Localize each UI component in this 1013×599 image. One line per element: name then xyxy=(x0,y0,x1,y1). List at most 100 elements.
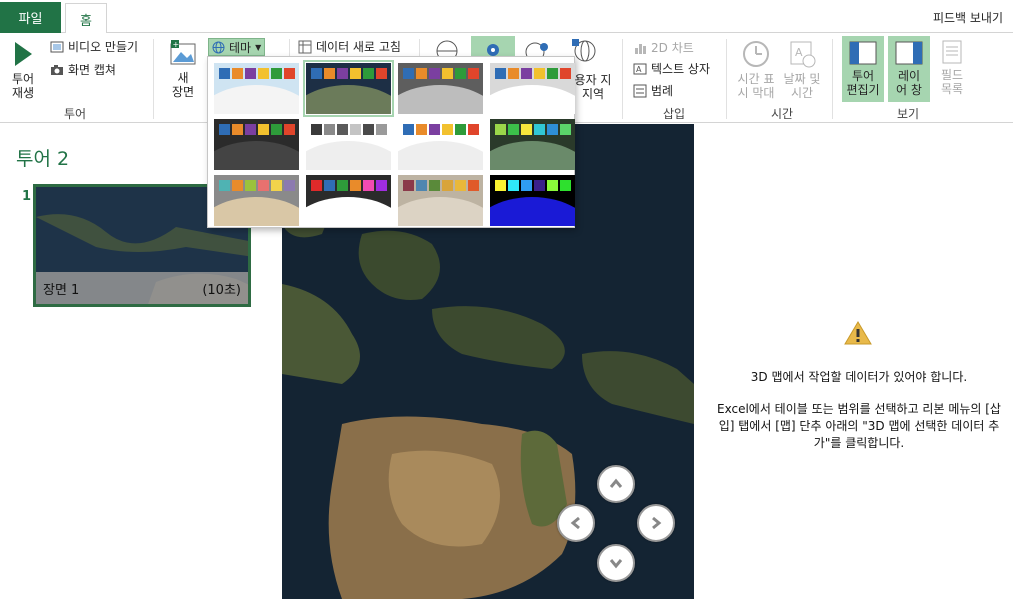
tour-editor-icon xyxy=(849,41,877,65)
play-tour-button[interactable]: 투어 재생 xyxy=(6,41,40,100)
text-box-icon: A xyxy=(633,63,647,74)
no-data-instructions: Excel에서 테이블 또는 범위를 선택하고 리본 메뉴의 [삽입] 탭에서 … xyxy=(717,402,1001,450)
theme-color-swatch xyxy=(442,180,453,191)
map-down-button[interactable] xyxy=(597,544,635,582)
theme-option[interactable] xyxy=(214,175,299,226)
map-up-button[interactable] xyxy=(597,465,635,503)
themes-button[interactable]: 테마 ▼ xyxy=(208,38,266,56)
theme-color-swatch xyxy=(337,180,348,191)
refresh-data-icon xyxy=(298,40,312,53)
theme-option[interactable] xyxy=(398,175,483,226)
theme-color-swatch xyxy=(429,68,440,79)
tab-home[interactable]: 홈 xyxy=(65,3,107,34)
svg-text:A: A xyxy=(795,46,803,59)
theme-color-swatch xyxy=(534,180,545,191)
theme-option[interactable] xyxy=(306,119,391,170)
theme-color-swatch xyxy=(258,180,269,191)
capture-screen-button[interactable]: 화면 캡쳐 xyxy=(50,61,116,78)
theme-color-swatch xyxy=(311,68,322,79)
timeline-button[interactable]: 시간 표 시 막대 xyxy=(733,39,779,100)
theme-color-swatch xyxy=(245,124,256,135)
date-time-icon: A xyxy=(790,41,816,68)
field-list-label: 필드 목록 xyxy=(940,68,964,96)
text-box-button[interactable]: A 텍스트 상자 xyxy=(633,60,710,77)
group-label-tour: 투어 xyxy=(63,107,87,121)
theme-color-swatch xyxy=(324,68,335,79)
theme-color-swatch xyxy=(324,124,335,135)
timeline-label: 시간 표 시 막대 xyxy=(737,72,775,100)
theme-option[interactable] xyxy=(490,175,575,226)
theme-option[interactable] xyxy=(214,63,299,114)
field-list-button[interactable]: 필드 목록 xyxy=(934,39,970,96)
send-feedback-link[interactable]: 피드백 보내기 xyxy=(933,9,1003,26)
theme-color-swatch xyxy=(455,68,466,79)
theme-color-swatch xyxy=(219,68,230,79)
scene-duration: (10초) xyxy=(202,282,241,298)
theme-color-swatch xyxy=(350,68,361,79)
theme-color-swatch xyxy=(416,68,427,79)
chevron-down-icon xyxy=(609,559,623,569)
custom-regions-label[interactable]: 용자 지 지역 xyxy=(569,73,617,101)
new-scene-button[interactable]: + 새 장면 xyxy=(164,38,202,99)
themes-label: 테마 xyxy=(229,40,252,55)
theme-color-swatch xyxy=(521,68,532,79)
theme-color-swatch xyxy=(560,180,571,191)
legend-icon xyxy=(633,84,647,97)
svg-text:+: + xyxy=(173,40,180,49)
separator xyxy=(726,39,727,119)
map-left-button[interactable] xyxy=(557,504,595,542)
theme-color-swatch xyxy=(508,68,519,79)
globe-icon xyxy=(212,41,225,53)
create-video-button[interactable]: 비디오 만들기 xyxy=(50,38,138,55)
theme-color-swatch xyxy=(232,180,243,191)
refresh-data-button[interactable]: 데이터 새로 고침 xyxy=(298,38,401,55)
tour-editor-button[interactable]: 투어 편집기 xyxy=(842,36,884,102)
text-box-label: 텍스트 상자 xyxy=(651,62,711,76)
warning-icon xyxy=(844,321,872,345)
layer-pane-button[interactable]: 레이 어 창 xyxy=(888,36,930,102)
theme-color-swatch xyxy=(350,124,361,135)
theme-color-swatch xyxy=(468,124,479,135)
theme-color-swatch xyxy=(245,68,256,79)
theme-option[interactable] xyxy=(398,119,483,170)
separator xyxy=(153,39,154,119)
theme-color-swatch xyxy=(403,180,414,191)
theme-option[interactable] xyxy=(490,63,575,114)
theme-option[interactable] xyxy=(303,60,394,117)
theme-color-swatch xyxy=(560,68,571,79)
theme-color-swatch xyxy=(219,180,230,191)
bar-chart-icon xyxy=(635,43,646,54)
map-right-button[interactable] xyxy=(637,504,675,542)
legend-button[interactable]: 범례 xyxy=(633,82,673,99)
theme-color-swatch xyxy=(547,180,558,191)
theme-color-swatch xyxy=(495,124,506,135)
theme-color-swatch xyxy=(403,124,414,135)
theme-color-swatch xyxy=(547,68,558,79)
theme-option[interactable] xyxy=(490,119,575,170)
theme-color-swatch xyxy=(284,124,295,135)
theme-gallery xyxy=(207,56,575,228)
theme-color-swatch xyxy=(521,124,532,135)
layer-pane-label: 레이 어 창 xyxy=(896,69,922,97)
chart-2d-button[interactable]: 2D 차트 xyxy=(633,39,694,56)
theme-color-swatch xyxy=(508,124,519,135)
theme-color-swatch xyxy=(258,68,269,79)
theme-color-swatch xyxy=(219,124,230,135)
tour-title[interactable]: 투어 2 xyxy=(16,144,69,171)
theme-color-swatch xyxy=(455,124,466,135)
theme-color-swatch xyxy=(376,68,387,79)
tab-file[interactable]: 파일 xyxy=(0,2,61,33)
camera-icon xyxy=(51,64,63,75)
theme-color-swatch xyxy=(258,124,269,135)
date-time-button[interactable]: A 날짜 및 시간 xyxy=(780,39,824,100)
group-label-view: 보기 xyxy=(896,107,920,121)
theme-option[interactable] xyxy=(306,175,391,226)
theme-color-swatch xyxy=(376,124,387,135)
theme-option[interactable] xyxy=(398,63,483,114)
theme-color-swatch xyxy=(232,124,243,135)
clock-icon xyxy=(743,41,769,67)
no-data-message: 3D 맵에서 작업할 데이터가 있어야 합니다. xyxy=(750,370,968,384)
theme-option[interactable] xyxy=(214,119,299,170)
theme-color-swatch xyxy=(442,68,453,79)
theme-color-swatch xyxy=(232,68,243,79)
